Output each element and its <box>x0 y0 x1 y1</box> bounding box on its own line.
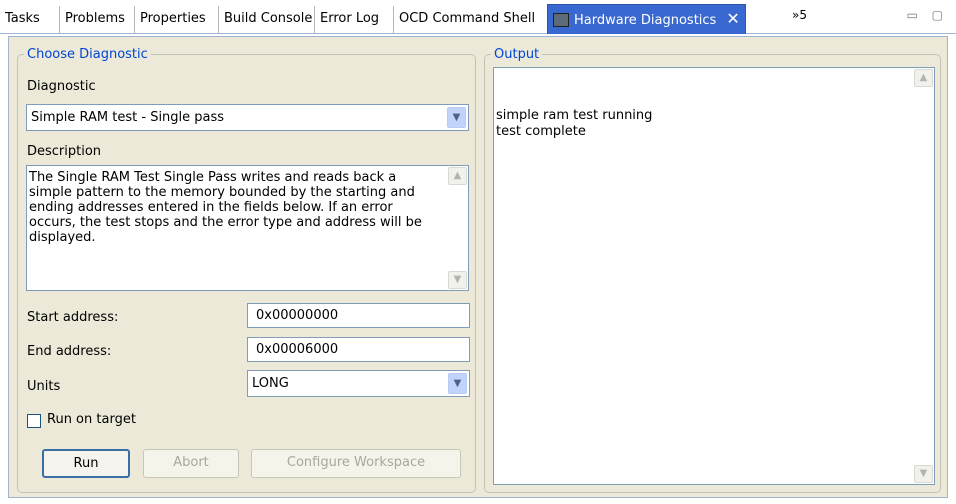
start-address-input[interactable]: 0x00000000 <box>247 303 470 328</box>
run-button[interactable]: Run <box>42 449 130 478</box>
tab-tasks[interactable]: Tasks <box>0 6 45 34</box>
view-content: Choose Diagnostic Diagnostic Simple RAM … <box>8 36 948 498</box>
run-on-target-label[interactable]: Run on target <box>47 412 136 427</box>
configure-workspace-button[interactable]: Configure Workspace <box>251 449 461 478</box>
output-text: simple ram test running test complete <box>496 108 653 139</box>
output-scrollbar[interactable]: ▲ ▼ <box>914 69 933 483</box>
description-label: Description <box>27 144 102 159</box>
view-tab-bar: Tasks Problems Properties Build Console … <box>0 0 956 34</box>
scroll-down-icon[interactable]: ▼ <box>914 465 933 483</box>
scroll-down-icon[interactable]: ▼ <box>448 271 467 289</box>
units-label: Units <box>27 379 61 394</box>
description-textarea[interactable]: The Single RAM Test Single Pass writes a… <box>26 165 469 291</box>
scroll-up-icon[interactable]: ▲ <box>914 69 933 87</box>
scroll-up-icon[interactable]: ▲ <box>448 167 467 185</box>
hardware-diagnostics-icon <box>553 12 569 27</box>
output-textarea[interactable]: simple ram test running test complete ▲ … <box>493 67 935 485</box>
tab-build-console[interactable]: Build Console <box>218 6 317 34</box>
end-address-input[interactable]: 0x00006000 <box>247 337 470 362</box>
units-select[interactable]: LONG ▼ <box>247 370 470 397</box>
hardware-diagnostics-view: Tasks Problems Properties Build Console … <box>0 0 956 504</box>
tab-ocd-command-shell[interactable]: OCD Command Shell <box>393 6 540 34</box>
tab-error-log[interactable]: Error Log <box>314 6 384 34</box>
tab-overflow-indicator[interactable]: »5 <box>792 8 807 22</box>
tab-label: Hardware Diagnostics <box>574 13 717 28</box>
description-scrollbar[interactable]: ▲ ▼ <box>448 167 467 289</box>
start-address-label: Start address: <box>27 310 119 325</box>
tab-properties[interactable]: Properties <box>134 6 211 34</box>
diagnostic-label: Diagnostic <box>27 79 96 94</box>
diagnostic-select[interactable]: Simple RAM test - Single pass ▼ <box>26 104 469 131</box>
output-legend: Output <box>494 47 540 62</box>
end-address-label: End address: <box>27 344 112 359</box>
run-on-target-checkbox[interactable] <box>27 414 41 428</box>
tab-hardware-diagnostics[interactable]: Hardware Diagnostics ✕ <box>547 4 746 34</box>
units-select-value: LONG <box>252 376 289 391</box>
minimize-maximize-icon[interactable]: ▭ ▢ <box>907 8 949 22</box>
chevron-down-icon[interactable]: ▼ <box>447 107 466 128</box>
tab-problems[interactable]: Problems <box>59 6 130 34</box>
close-icon[interactable]: ✕ <box>726 5 739 33</box>
chevron-down-icon[interactable]: ▼ <box>448 373 467 394</box>
abort-button[interactable]: Abort <box>143 449 239 478</box>
diagnostic-select-value: Simple RAM test - Single pass <box>31 110 225 125</box>
description-text: The Single RAM Test Single Pass writes a… <box>29 170 422 245</box>
choose-diagnostic-legend: Choose Diagnostic <box>27 47 148 62</box>
